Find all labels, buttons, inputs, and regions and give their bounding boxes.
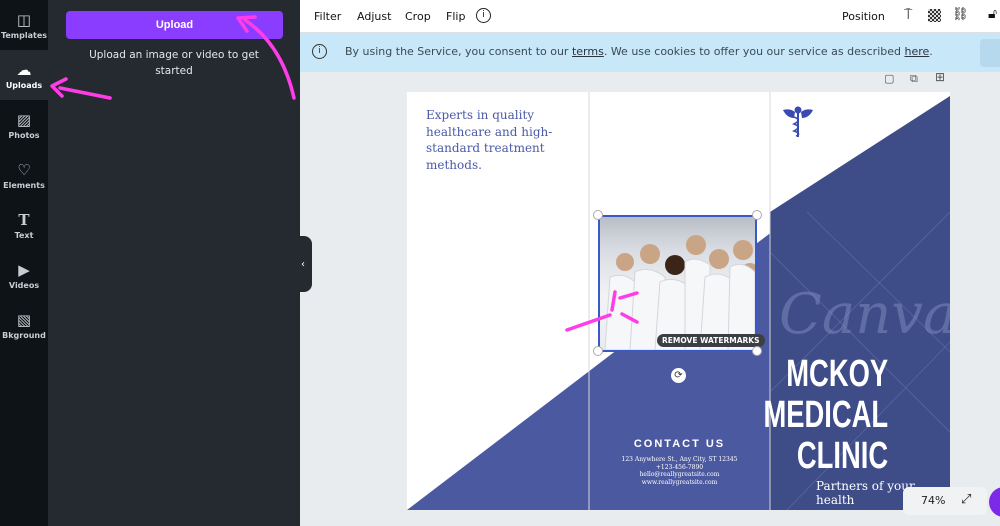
canva-watermark: Canva [779,282,950,347]
lead-text[interactable]: Experts in quality healthcare and high-s… [426,107,576,173]
sidebar-item-label: Uploads [5,80,43,90]
transparency-icon[interactable] [928,9,941,22]
sidebar-item-background[interactable]: ▧ Bkground [0,300,48,350]
terms-link[interactable]: terms [572,45,604,58]
sidebar-item-photos[interactable]: ▨ Photos [0,100,48,150]
contact-email: hello@reallygreatsite.com [639,471,720,478]
sidebar-item-templates[interactable]: ◫ Templates [0,0,48,50]
sidebar-item-uploads[interactable]: ☁ Uploads [0,50,48,100]
title-line: MCKOY [786,353,888,395]
resize-handle-bottom-left[interactable] [593,346,603,356]
adjust-button[interactable]: Adjust [357,10,391,23]
sidebar-item-label: Templates [0,30,48,40]
paint-roller-icon[interactable]: ⍑ [904,7,912,23]
sidebar-item-label: Bkground [2,330,46,340]
position-button[interactable]: Position [842,10,885,23]
clinic-title[interactable]: MCKOY MEDICAL CLINIC [763,354,888,477]
uploads-panel: Upload Upload an image or video to get s… [48,0,300,526]
sidebar-item-text[interactable]: T Text [0,200,48,250]
resize-handle-top-right[interactable] [752,210,762,220]
sidebar-item-label: Videos [8,280,40,290]
info-icon[interactable]: i [476,8,491,23]
help-button[interactable] [989,487,1000,517]
resize-handle-bottom-right[interactable] [752,346,762,356]
remove-watermarks-button[interactable]: REMOVE WATERMARKS [657,334,765,347]
zoom-level[interactable]: 74% [921,494,945,507]
add-note-icon[interactable]: ▢ [884,72,894,85]
here-link[interactable]: here [904,45,929,58]
duplicate-page-icon[interactable]: ⧉ [910,72,918,86]
sidebar-item-videos[interactable]: ▶ Videos [0,250,48,300]
background-icon: ▧ [16,310,32,329]
rotate-handle-icon[interactable]: ⟳ [671,368,686,383]
cloud-upload-icon: ☁ [16,60,32,79]
lock-icon[interactable]: 🔓︎ [988,6,997,22]
sidebar-item-label: Elements [3,180,45,190]
crop-button[interactable]: Crop [405,10,431,23]
link-icon[interactable]: ⛓ [952,7,969,22]
zoom-control: 74% ⤢ [903,487,987,515]
banner-text-part: . [929,45,933,58]
editor-toolbar: Filter Adjust Crop Flip i Position ⍑ ⛓ 🔓… [300,0,1000,33]
contact-details[interactable]: 123 Anywhere St., Any City, ST 12345 +12… [589,456,770,486]
add-page-icon[interactable]: ⊞ [935,70,945,84]
contact-address: 123 Anywhere St., Any City, ST 12345 [621,456,738,463]
banner-text: By using the Service, you consent to our… [345,45,933,58]
upload-button[interactable]: Upload [66,11,283,39]
title-line: MEDICAL [763,394,888,436]
contact-website: www.reallygreatsite.com [641,478,718,486]
chevron-left-icon: ‹ [301,258,305,270]
caduceus-logo[interactable] [781,106,815,138]
selected-doctors-image[interactable] [598,215,757,352]
side-nav: ◫ Templates ☁ Uploads ▨ Photos ♡ Elements TT… [0,0,48,526]
video-icon: ▶ [18,260,30,279]
sidebar-item-label: Text [14,230,34,240]
flip-button[interactable]: Flip [446,10,465,23]
resize-handle-top-left[interactable] [593,210,603,220]
banner-text-part: By using the Service, you consent to our [345,45,572,58]
banner-dismiss-button[interactable] [980,39,1000,67]
shapes-icon: ♡ [17,160,31,179]
cookie-banner: i By using the Service, you consent to o… [300,33,1000,72]
sidebar-item-label: Photos [8,130,40,140]
doctors-photo [604,235,755,350]
fullscreen-icon[interactable]: ⤢ [961,492,971,507]
filter-button[interactable]: Filter [314,10,341,23]
info-icon: i [312,44,327,59]
photo-icon: ▨ [16,110,32,129]
template-icon: ◫ [16,10,32,29]
title-line: CLINIC [796,435,888,477]
contact-phone: +123-456-7890 [655,463,704,471]
text-icon: T [18,210,30,229]
collapse-panel-button[interactable]: ‹ [294,236,312,292]
contact-title[interactable]: CONTACT US [589,438,770,450]
sidebar-item-elements[interactable]: ♡ Elements [0,150,48,200]
banner-text-part: . We use cookies to offer you our servic… [603,45,905,58]
upload-hint: Upload an image or video to get started [89,49,259,77]
